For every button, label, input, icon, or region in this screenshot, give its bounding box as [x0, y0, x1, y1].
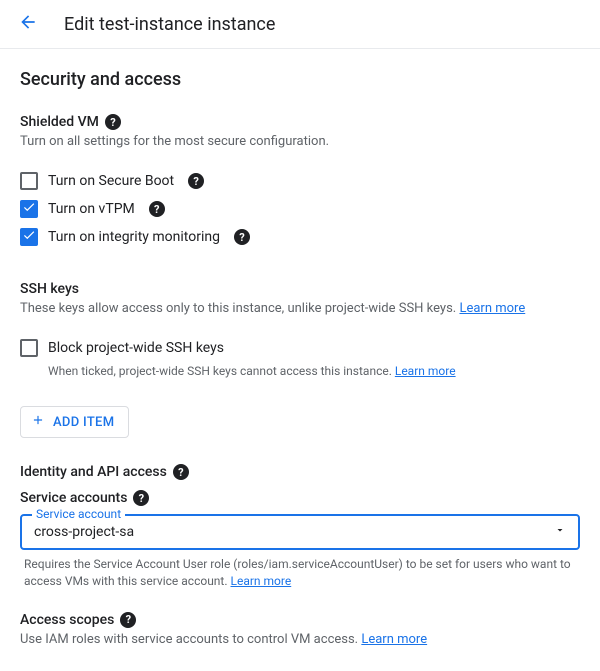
service-account-floating-label: Service account: [32, 507, 125, 521]
block-ssh-checkbox[interactable]: [20, 339, 38, 357]
service-account-select[interactable]: Service account cross-project-sa: [20, 514, 580, 550]
help-icon[interactable]: ?: [105, 114, 121, 130]
ssh-keys-heading: SSH keys: [20, 281, 79, 297]
service-accounts-heading: Service accounts: [20, 490, 127, 506]
help-icon[interactable]: ?: [133, 490, 149, 506]
help-icon[interactable]: ?: [188, 173, 204, 189]
access-scopes-desc: Use IAM roles with service accounts to c…: [20, 632, 361, 647]
page-title: Edit test-instance instance: [64, 14, 275, 35]
add-item-label: ADD ITEM: [53, 415, 114, 430]
shielded-vm-heading: Shielded VM: [20, 114, 99, 130]
add-item-button[interactable]: ADD ITEM: [20, 406, 129, 438]
integrity-monitoring-label: Turn on integrity monitoring: [48, 229, 220, 245]
back-button[interactable]: [16, 12, 40, 36]
access-scopes-section: Access scopes ? Use IAM roles with servi…: [20, 612, 580, 647]
plus-icon: [31, 413, 45, 431]
arrow-back-icon: [18, 12, 38, 36]
check-icon: [22, 200, 36, 218]
block-ssh-sub: When ticked, project-wide SSH keys canno…: [48, 364, 395, 378]
access-scopes-heading: Access scopes: [20, 612, 114, 628]
identity-section: Identity and API access ? Service accoun…: [20, 464, 580, 590]
block-ssh-label: Block project-wide SSH keys: [48, 340, 224, 356]
check-icon: [22, 228, 36, 246]
chevron-down-icon: [554, 524, 566, 540]
help-icon[interactable]: ?: [234, 229, 250, 245]
service-account-learn-more-link[interactable]: Learn more: [231, 574, 292, 588]
integrity-monitoring-checkbox[interactable]: [20, 228, 38, 246]
secure-boot-checkbox[interactable]: [20, 172, 38, 190]
content: Security and access Shielded VM ? Turn o…: [0, 49, 600, 671]
secure-boot-label: Turn on Secure Boot: [48, 173, 174, 189]
vtpm-label: Turn on vTPM: [48, 201, 135, 217]
ssh-keys-learn-more-link[interactable]: Learn more: [459, 301, 525, 316]
ssh-keys-section: SSH keys These keys allow access only to…: [20, 281, 580, 438]
page-header: Edit test-instance instance: [0, 0, 600, 49]
service-account-value: cross-project-sa: [34, 524, 554, 540]
help-icon[interactable]: ?: [120, 612, 136, 628]
service-account-helper: Requires the Service Account User role (…: [24, 557, 571, 588]
shielded-vm-desc: Turn on all settings for the most secure…: [20, 134, 580, 149]
help-icon[interactable]: ?: [149, 201, 165, 217]
identity-heading: Identity and API access: [20, 464, 167, 480]
shielded-vm-section: Shielded VM ? Turn on all settings for t…: [20, 114, 580, 251]
block-ssh-learn-more-link[interactable]: Learn more: [395, 364, 456, 378]
help-icon[interactable]: ?: [173, 464, 189, 480]
vtpm-checkbox[interactable]: [20, 200, 38, 218]
ssh-keys-desc: These keys allow access only to this ins…: [20, 301, 459, 316]
access-scopes-learn-more-link[interactable]: Learn more: [361, 632, 427, 647]
section-title: Security and access: [20, 69, 580, 90]
